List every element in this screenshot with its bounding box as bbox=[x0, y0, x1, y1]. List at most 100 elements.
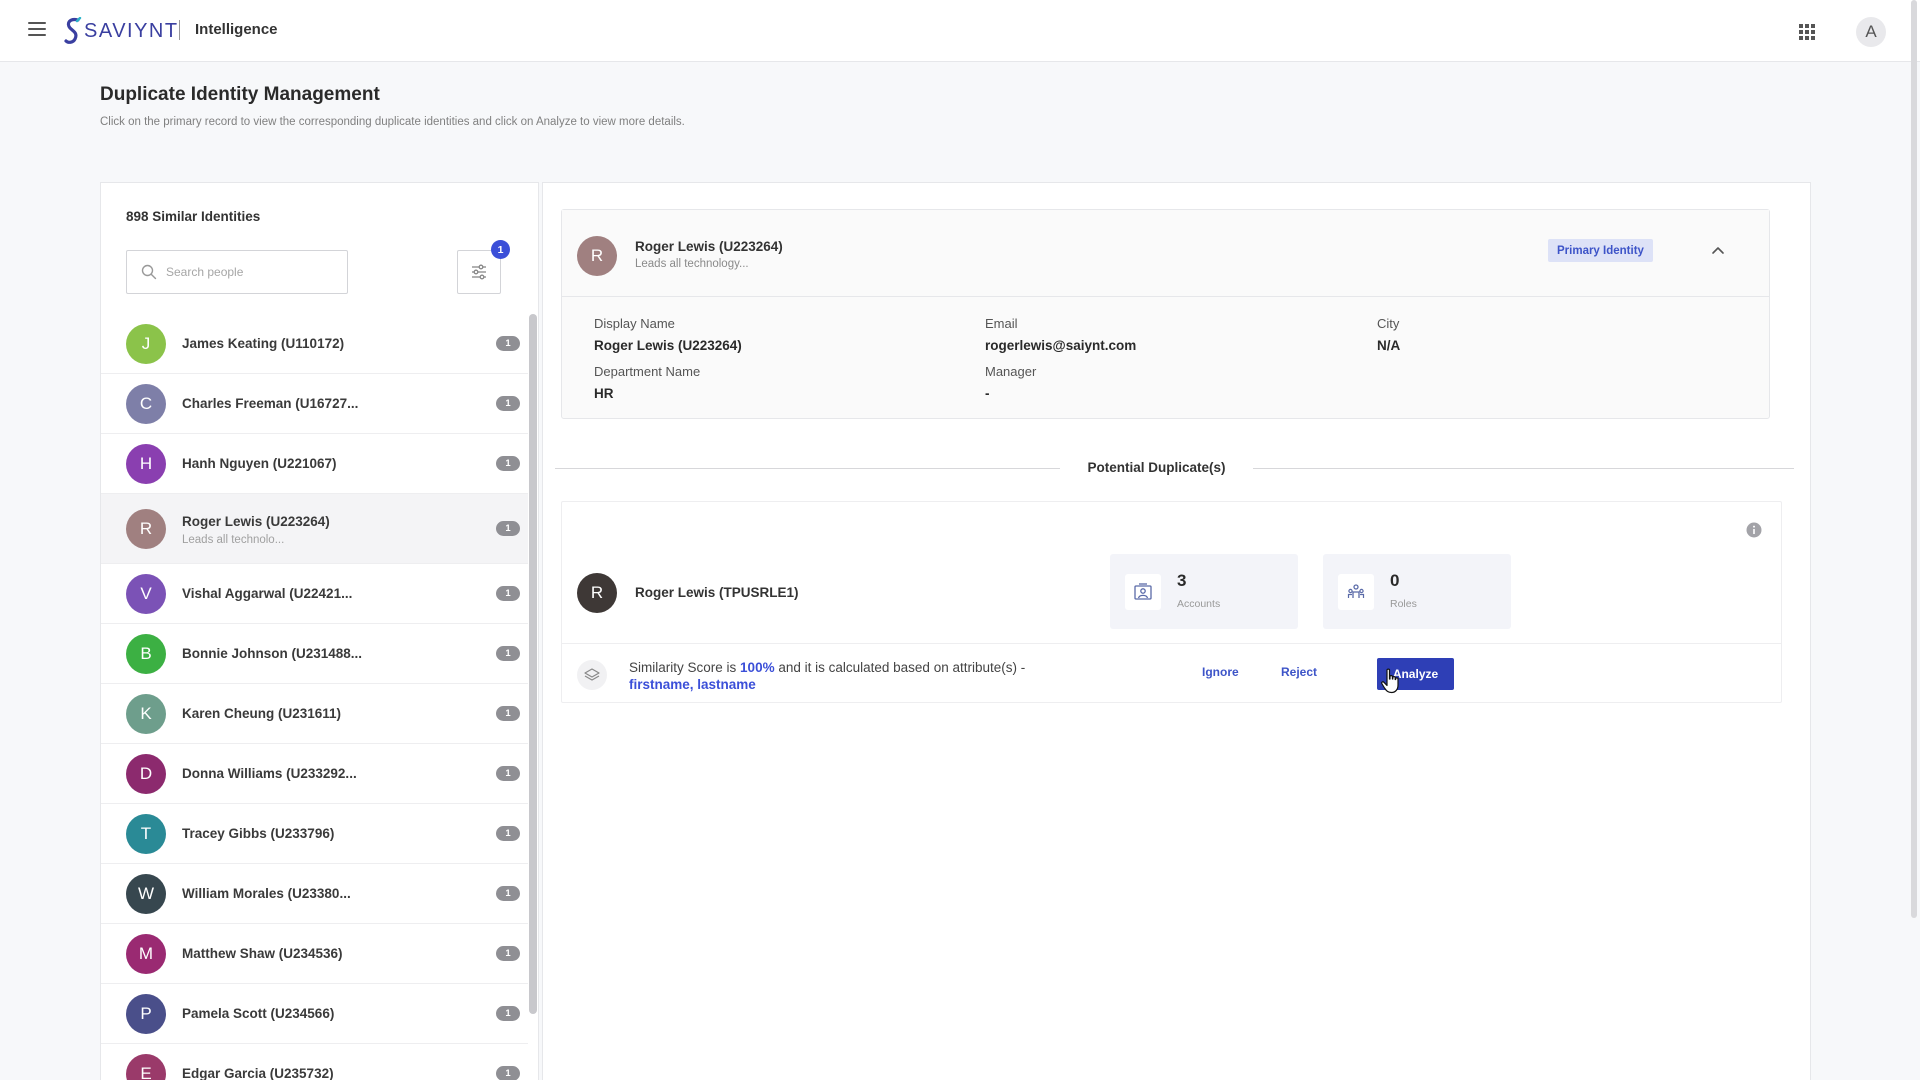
list-item[interactable]: D Donna Williams (U233292... 1 bbox=[101, 744, 528, 804]
reject-button[interactable]: Reject bbox=[1281, 665, 1317, 679]
accounts-count: 3 bbox=[1177, 571, 1187, 590]
avatar: P bbox=[126, 994, 166, 1034]
list-item[interactable]: P Pamela Scott (U234566) 1 bbox=[101, 984, 528, 1044]
display-name-attribute: Display Name Roger Lewis (U223264) bbox=[594, 316, 742, 353]
person-name: Donna Williams (U233292... bbox=[182, 766, 357, 781]
attribute-value: HR bbox=[594, 386, 614, 401]
person-name: Hanh Nguyen (U221067) bbox=[182, 456, 337, 471]
page-title: Duplicate Identity Management bbox=[100, 84, 380, 105]
duplicate-identity-card: R Roger Lewis (TPUSRLE1) 3 Accounts 0 Ro… bbox=[561, 501, 1782, 703]
avatar: V bbox=[126, 574, 166, 614]
list-scrollbar[interactable] bbox=[529, 314, 537, 1014]
section-divider bbox=[555, 468, 1060, 469]
filter-count-badge: 1 bbox=[491, 240, 510, 259]
identities-panel: 898 Similar Identities 1 J James Keating… bbox=[100, 182, 539, 1080]
similarity-score-text: Similarity Score is 100% and it is calcu… bbox=[629, 659, 1089, 693]
attribute-label: Manager bbox=[985, 364, 1037, 379]
list-item[interactable]: E Edgar Garcia (U235732) 1 bbox=[101, 1044, 528, 1080]
accounts-icon bbox=[1125, 574, 1161, 610]
list-item[interactable]: V Vishal Aggarwal (U22421... 1 bbox=[101, 564, 528, 624]
similarity-score-value: 100% bbox=[740, 660, 775, 675]
list-item[interactable]: M Matthew Shaw (U234536) 1 bbox=[101, 924, 528, 984]
list-item[interactable]: C Charles Freeman (U16727... 1 bbox=[101, 374, 528, 434]
list-item[interactable]: H Hanh Nguyen (U221067) 1 bbox=[101, 434, 528, 494]
avatar: W bbox=[126, 874, 166, 914]
avatar: R bbox=[126, 509, 166, 549]
user-avatar[interactable]: A bbox=[1856, 17, 1886, 47]
list-item-selected[interactable]: R Roger Lewis (U223264) Leads all techno… bbox=[101, 494, 528, 564]
info-icon[interactable] bbox=[1746, 522, 1762, 538]
primary-identity-description: Leads all technology... bbox=[635, 258, 749, 270]
roles-stat: 0 Roles bbox=[1323, 554, 1511, 629]
list-item[interactable]: T Tracey Gibbs (U233796) 1 bbox=[101, 804, 528, 864]
duplicate-count-pill: 1 bbox=[496, 646, 520, 661]
duplicate-count-pill: 1 bbox=[496, 706, 520, 721]
person-name: James Keating (U110172) bbox=[182, 336, 345, 351]
similar-identities-count: 898 Similar Identities bbox=[126, 209, 261, 224]
primary-identity-name: Roger Lewis (U223264) bbox=[635, 239, 783, 254]
roles-icon bbox=[1338, 574, 1374, 610]
potential-duplicates-title: Potential Duplicate(s) bbox=[1087, 460, 1226, 475]
saviynt-s-icon bbox=[64, 17, 82, 44]
avatar: B bbox=[126, 634, 166, 674]
search-icon bbox=[141, 264, 157, 280]
duplicate-count-pill: 1 bbox=[496, 336, 520, 351]
department-attribute: Department Name HR bbox=[594, 364, 700, 401]
attribute-label: Department Name bbox=[594, 364, 701, 379]
person-name: Tracey Gibbs (U233796) bbox=[182, 826, 335, 841]
people-list: J James Keating (U110172) 1 C Charles Fr… bbox=[101, 314, 528, 1080]
person-name: Karen Cheung (U231611) bbox=[182, 706, 342, 721]
person-name: Vishal Aggarwal (U22421... bbox=[182, 586, 353, 601]
person-name: Edgar Garcia (U235732) bbox=[182, 1066, 334, 1080]
avatar: D bbox=[126, 754, 166, 794]
saviynt-logo[interactable]: SAVIYNT bbox=[64, 14, 179, 48]
hamburger-menu-icon[interactable] bbox=[28, 22, 46, 36]
similarity-row: Similarity Score is 100% and it is calcu… bbox=[562, 643, 1781, 704]
avatar: R bbox=[577, 236, 617, 276]
attribute-value: N/A bbox=[1377, 338, 1401, 353]
score-attributes: firstname, lastname bbox=[629, 677, 756, 692]
duplicate-count-pill: 1 bbox=[496, 396, 520, 411]
city-attribute: City N/A bbox=[1377, 316, 1400, 353]
list-item[interactable]: K Karen Cheung (U231611) 1 bbox=[101, 684, 528, 744]
attribute-value: - bbox=[985, 386, 990, 401]
person-name: Pamela Scott (U234566) bbox=[182, 1006, 335, 1021]
duplicate-count-pill: 1 bbox=[496, 521, 520, 536]
avatar: M bbox=[126, 934, 166, 974]
email-attribute: Email rogerlewis@saiynt.com bbox=[985, 316, 1136, 353]
duplicate-count-pill: 1 bbox=[496, 1066, 520, 1080]
avatar: R bbox=[577, 573, 617, 613]
roles-count: 0 bbox=[1390, 571, 1400, 590]
top-header: SAVIYNT Intelligence A bbox=[0, 0, 1920, 62]
attribute-label: Email bbox=[985, 316, 1018, 331]
primary-identity-header[interactable]: R Roger Lewis (U223264) Leads all techno… bbox=[562, 210, 1769, 297]
list-item[interactable]: J James Keating (U110172) 1 bbox=[101, 314, 528, 374]
attribute-label: Display Name bbox=[594, 316, 675, 331]
list-item[interactable]: W William Morales (U23380... 1 bbox=[101, 864, 528, 924]
score-middle: and it is calculated based on attribute(… bbox=[778, 660, 1026, 675]
manager-attribute: Manager - bbox=[985, 364, 1036, 401]
search-input[interactable] bbox=[166, 265, 346, 279]
duplicate-identity-name: Roger Lewis (TPUSRLE1) bbox=[635, 585, 799, 600]
hand-cursor-icon bbox=[1381, 668, 1399, 694]
ignore-button[interactable]: Ignore bbox=[1202, 665, 1239, 679]
person-name: Charles Freeman (U16727... bbox=[182, 396, 359, 411]
avatar: K bbox=[126, 694, 166, 734]
page-subtitle: Click on the primary record to view the … bbox=[100, 116, 685, 128]
search-box[interactable] bbox=[126, 250, 348, 294]
attribute-value: Roger Lewis (U223264) bbox=[594, 338, 742, 353]
layers-icon bbox=[577, 660, 607, 690]
roles-label: Roles bbox=[1390, 598, 1417, 610]
attribute-label: City bbox=[1377, 316, 1400, 331]
chevron-up-icon[interactable] bbox=[1710, 243, 1726, 259]
avatar: H bbox=[126, 444, 166, 484]
primary-identity-badge: Primary Identity bbox=[1548, 239, 1653, 262]
person-description: Leads all technolo... bbox=[182, 534, 285, 546]
list-item[interactable]: B Bonnie Johnson (U231488... 1 bbox=[101, 624, 528, 684]
page-scrollbar[interactable] bbox=[1911, 0, 1917, 918]
duplicate-count-pill: 1 bbox=[496, 886, 520, 901]
section-divider bbox=[1253, 468, 1794, 469]
apps-grid-icon[interactable] bbox=[1799, 24, 1815, 40]
details-panel: R Roger Lewis (U223264) Leads all techno… bbox=[542, 182, 1811, 1080]
header-divider bbox=[179, 20, 180, 40]
